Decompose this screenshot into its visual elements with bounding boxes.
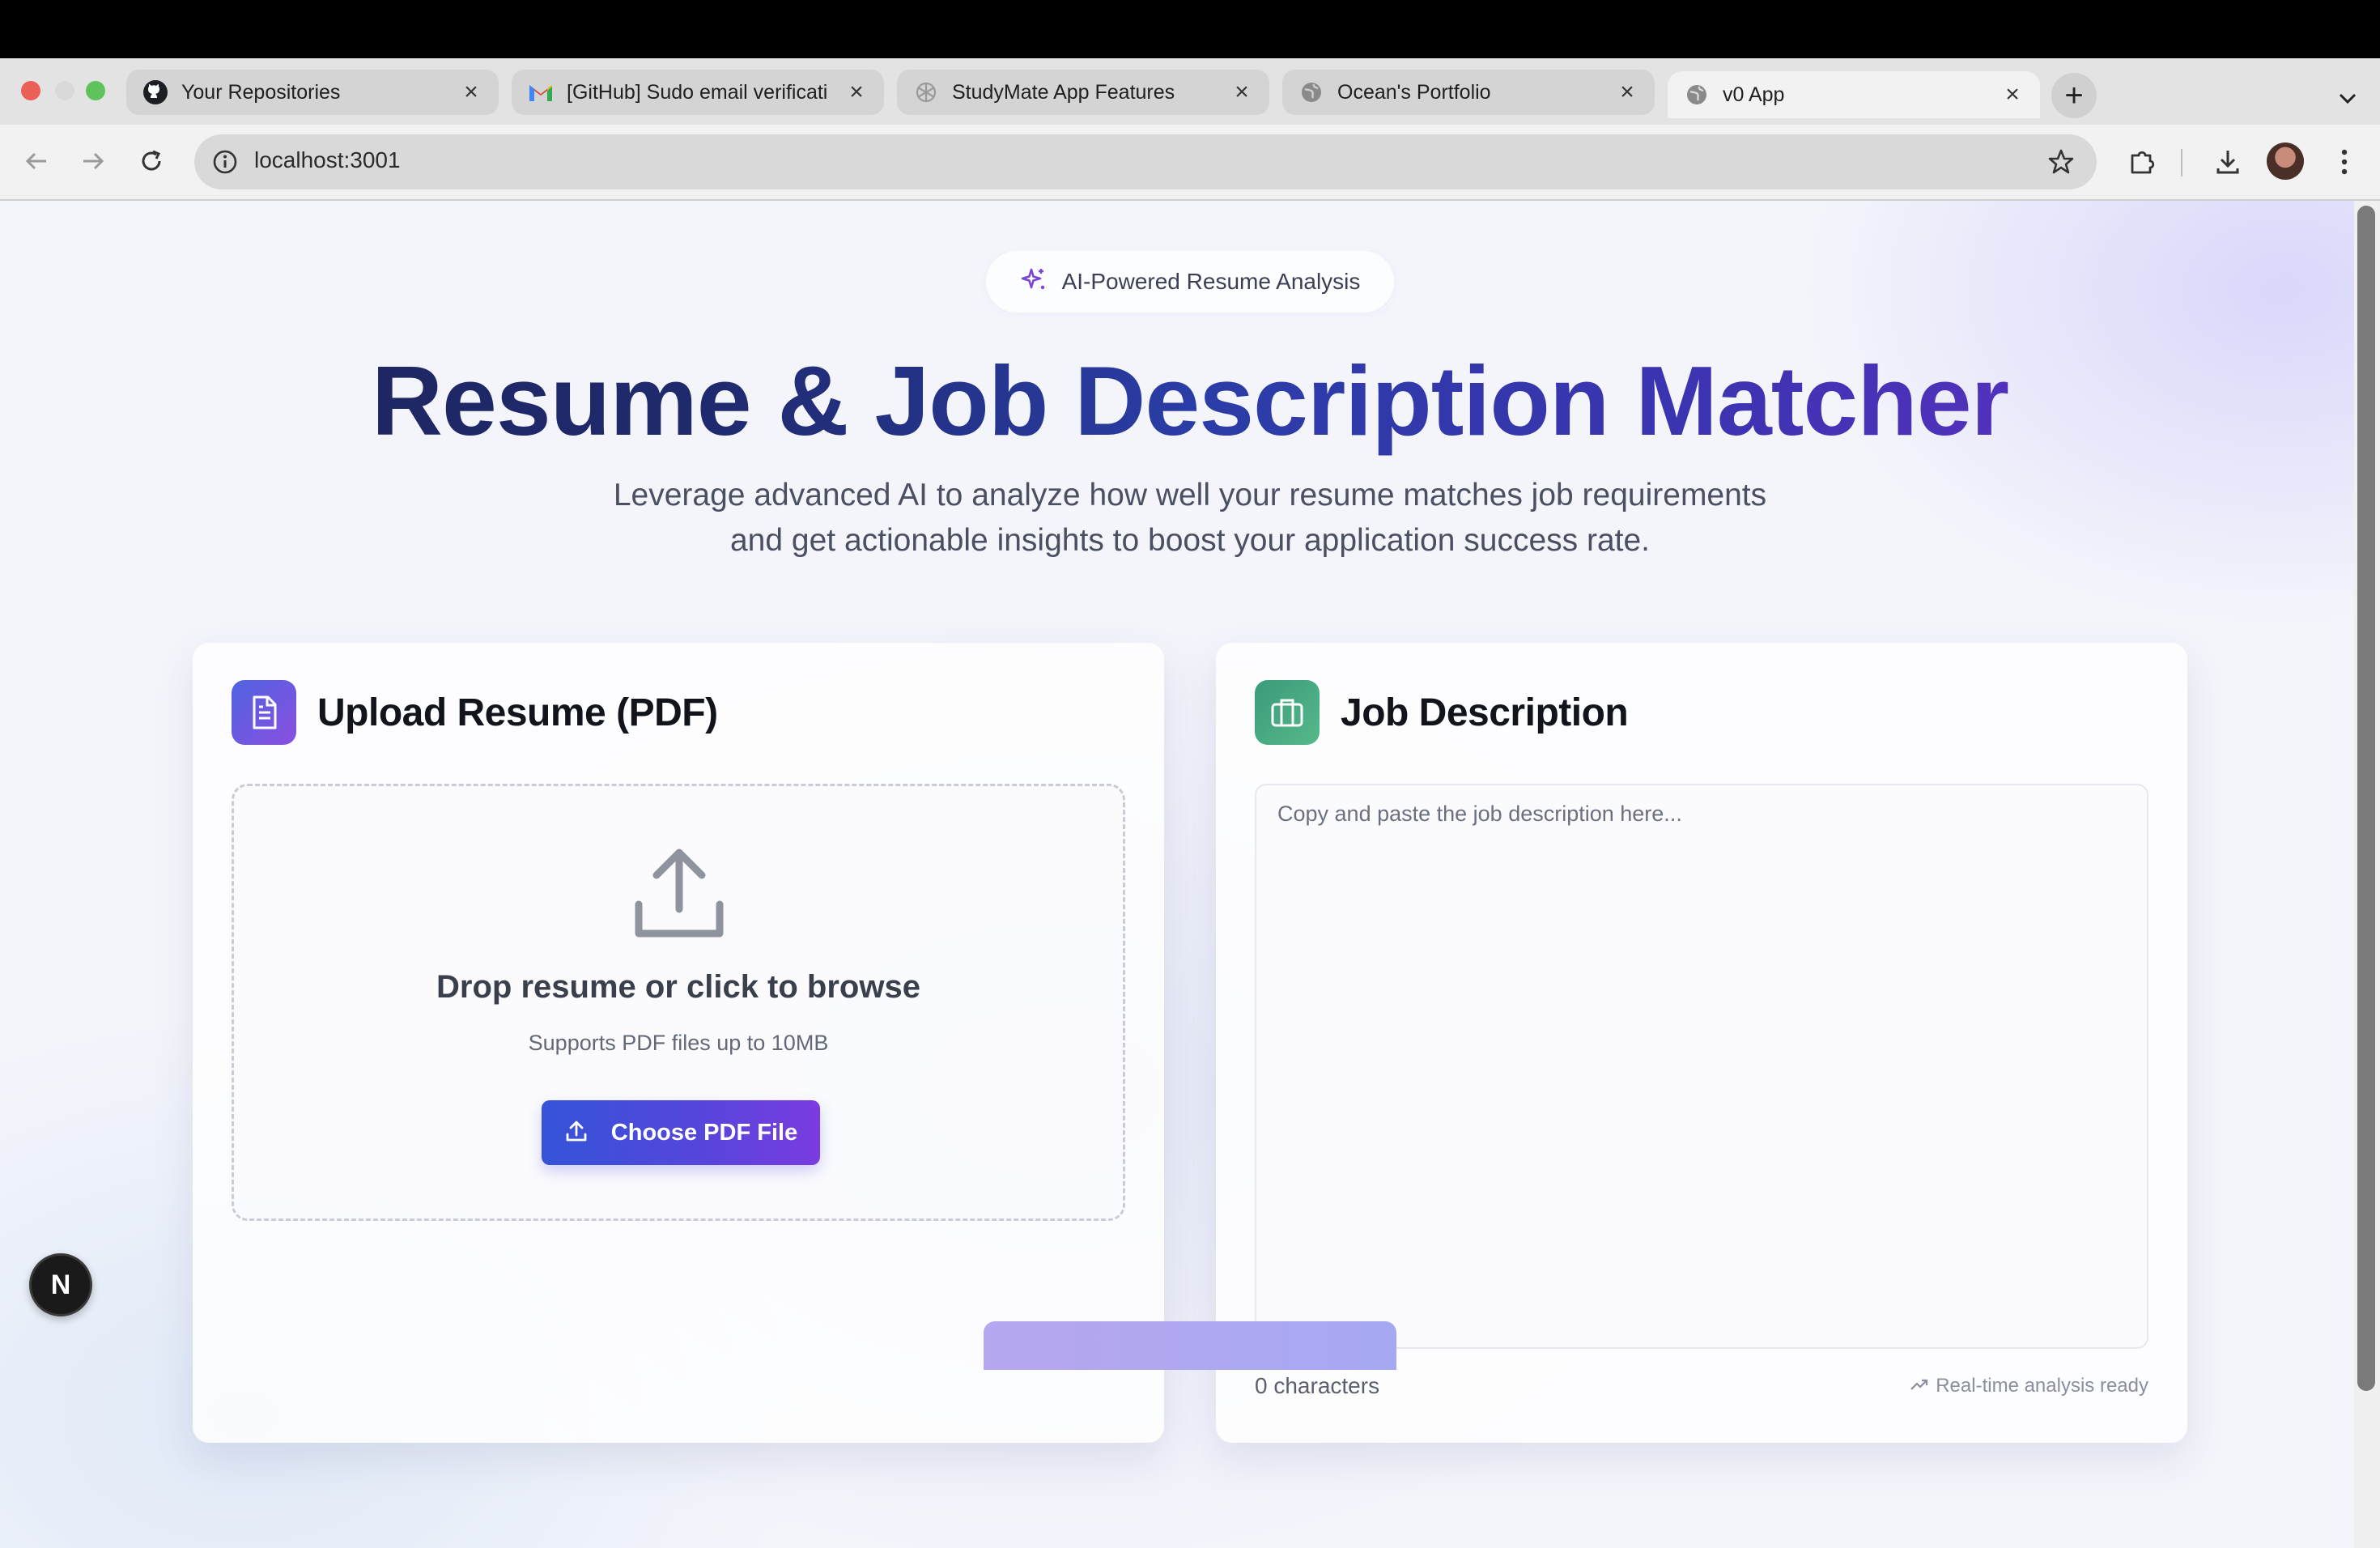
job-description-textarea[interactable] bbox=[1255, 784, 2148, 1349]
close-icon[interactable]: × bbox=[845, 79, 868, 105]
card-title: Job Description bbox=[1341, 691, 1629, 734]
bookmark-star-icon[interactable] bbox=[2043, 144, 2079, 180]
tab-github-sudo-email[interactable]: [GitHub] Sudo email verificati × bbox=[512, 70, 884, 115]
card-header: Job Description bbox=[1255, 680, 1629, 745]
more-menu-icon[interactable] bbox=[2327, 144, 2362, 180]
tab-title: v0 App bbox=[1723, 83, 1785, 106]
file-text-icon bbox=[232, 680, 296, 745]
upload-icon bbox=[629, 844, 729, 945]
tab-your-repositories[interactable]: Your Repositories × bbox=[126, 70, 499, 115]
close-icon[interactable]: × bbox=[1230, 79, 1253, 105]
toolbar-divider bbox=[2181, 149, 2182, 176]
github-icon bbox=[142, 79, 168, 105]
tab-title: StudyMate App Features bbox=[952, 80, 1175, 104]
choose-pdf-button[interactable]: Choose PDF File bbox=[542, 1100, 820, 1165]
tab-title: Your Repositories bbox=[181, 80, 341, 104]
os-menu-bar bbox=[0, 0, 2380, 58]
resume-dropzone[interactable]: Drop resume or click to browse Supports … bbox=[232, 784, 1125, 1221]
tab-title: [GitHub] Sudo email verificati bbox=[567, 80, 828, 104]
analyze-match-button[interactable] bbox=[984, 1321, 1396, 1370]
site-info-icon[interactable] bbox=[207, 144, 243, 180]
subtitle-line: and get actionable insights to boost you… bbox=[729, 523, 1651, 558]
dropzone-hint: Supports PDF files up to 10MB bbox=[528, 1031, 829, 1055]
character-count: 0 characters bbox=[1255, 1373, 1380, 1398]
tab-title: Ocean's Portfolio bbox=[1337, 80, 1491, 104]
tab-studymate-app-features[interactable]: StudyMate App Features × bbox=[897, 70, 1269, 115]
nextjs-dev-badge[interactable]: N bbox=[29, 1253, 92, 1316]
dropzone-title: Drop resume or click to browse bbox=[436, 969, 920, 1005]
profile-avatar[interactable] bbox=[2267, 142, 2304, 180]
subtitle-line: Leverage advanced AI to analyze how well… bbox=[613, 478, 1767, 512]
tab-oceans-portfolio[interactable]: Ocean's Portfolio × bbox=[1282, 70, 1655, 115]
close-icon[interactable]: × bbox=[1616, 79, 1638, 105]
openai-icon bbox=[913, 79, 939, 105]
window-minimize-button[interactable] bbox=[55, 81, 74, 100]
card-title: Upload Resume (PDF) bbox=[317, 691, 718, 734]
briefcase-icon bbox=[1255, 680, 1320, 745]
close-icon[interactable]: × bbox=[2001, 81, 2024, 108]
choose-pdf-label: Choose PDF File bbox=[610, 1119, 798, 1146]
close-icon[interactable]: × bbox=[460, 79, 482, 105]
forward-arrow-icon[interactable] bbox=[74, 142, 112, 180]
reload-icon[interactable] bbox=[133, 142, 170, 180]
analysis-status-label: Real-time analysis ready bbox=[1936, 1375, 2148, 1397]
tab-strip: Your Repositories × [GitHub] Sudo email … bbox=[0, 58, 2380, 125]
sparkles-icon bbox=[1020, 266, 1048, 298]
window-close-button[interactable] bbox=[21, 81, 40, 100]
globe-icon bbox=[1684, 82, 1710, 108]
browser-chrome: Your Repositories × [GitHub] Sudo email … bbox=[0, 58, 2380, 201]
card-header: Upload Resume (PDF) bbox=[232, 680, 718, 745]
ai-badge: AI-Powered Resume Analysis bbox=[986, 251, 1394, 313]
downloads-icon[interactable] bbox=[2210, 144, 2246, 180]
page-subtitle: Leverage advanced AI to analyze how well… bbox=[502, 473, 1878, 563]
scrollbar-thumb[interactable] bbox=[2357, 206, 2375, 1391]
trending-up-icon bbox=[1910, 1375, 1929, 1397]
back-arrow-icon[interactable] bbox=[18, 142, 55, 180]
tab-search-chevron-icon[interactable] bbox=[2331, 83, 2364, 115]
gmail-icon bbox=[528, 79, 554, 105]
analysis-status: Real-time analysis ready bbox=[1910, 1375, 2148, 1397]
address-url[interactable]: localhost:3001 bbox=[254, 147, 401, 173]
badge-label: AI-Powered Resume Analysis bbox=[1061, 269, 1361, 294]
new-tab-button[interactable]: + bbox=[2051, 73, 2097, 118]
extensions-puzzle-icon[interactable] bbox=[2124, 144, 2160, 180]
globe-icon bbox=[1298, 79, 1324, 105]
page-title: Resume & Job Description Matcher bbox=[0, 340, 2354, 461]
browser-toolbar: localhost:3001 bbox=[0, 125, 2380, 201]
window-zoom-button[interactable] bbox=[86, 81, 105, 100]
address-bar[interactable]: localhost:3001 bbox=[194, 134, 2097, 189]
tab-v0-app[interactable]: v0 App × bbox=[1668, 71, 2040, 118]
upload-small-icon bbox=[564, 1119, 589, 1147]
